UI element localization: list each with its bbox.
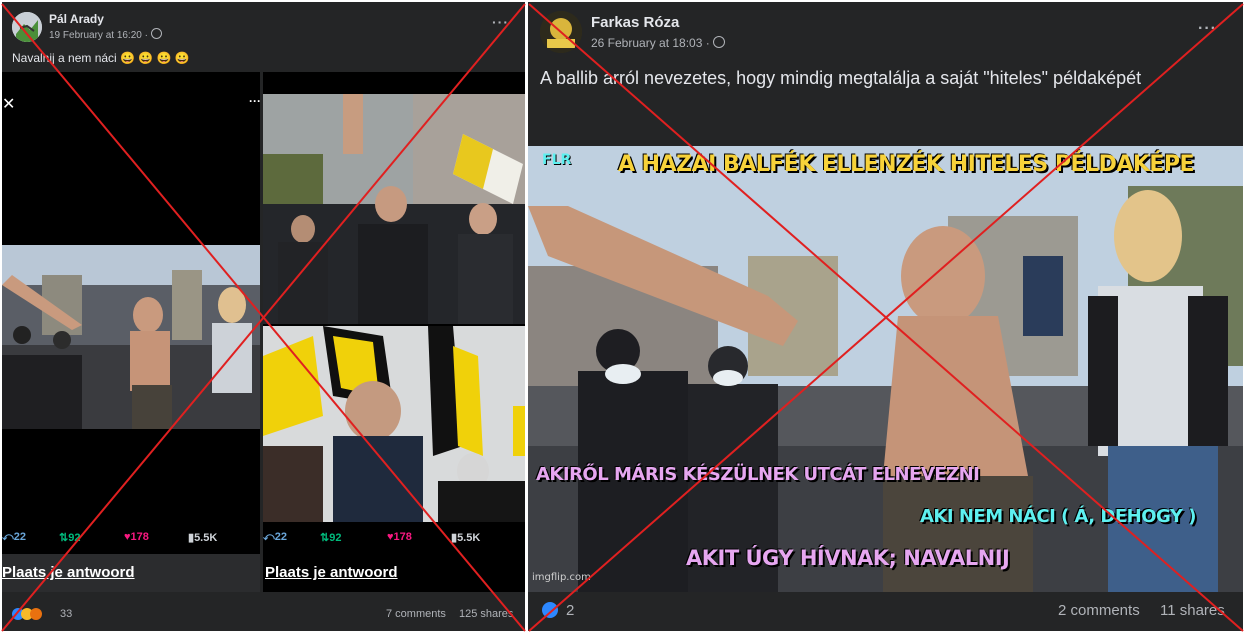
rally-photo <box>2 245 260 429</box>
comments-count[interactable]: 7 comments <box>386 608 446 620</box>
post-author[interactable]: Pál Arady <box>49 12 104 26</box>
retweet-count[interactable]: ⇅92 <box>320 531 341 544</box>
tweet-photo[interactable] <box>263 326 525 522</box>
tweet-photo[interactable] <box>2 245 260 429</box>
reaction-icons[interactable] <box>12 607 42 625</box>
reaction-count[interactable]: 2 <box>566 602 574 619</box>
avatar[interactable] <box>540 11 582 53</box>
profile-photo <box>540 11 582 53</box>
retweet-count-value: 92 <box>329 532 342 544</box>
facebook-post-left: Pál Arady 19 February at 16:20 · ··· Nav… <box>2 2 525 631</box>
more-options-button[interactable]: ··· <box>1198 20 1217 38</box>
meme-caption-middle: AKIRŐL MÁRIS KÉSZÜLNEK UTCÁT ELNEVEZNI <box>536 464 980 485</box>
angry-reaction-icon <box>30 608 42 620</box>
tweet-photo[interactable] <box>263 94 525 324</box>
meme-tag: FLR <box>542 152 572 168</box>
timestamp-text: 26 February at 18:03 · <box>591 36 714 50</box>
view-count-value: 5.5K <box>457 532 481 544</box>
post-author[interactable]: Farkas Róza <box>591 14 679 31</box>
view-count[interactable]: ▮5.5K <box>451 531 480 544</box>
retweet-count-value: 92 <box>68 532 81 544</box>
avatar[interactable] <box>12 12 42 42</box>
more-options-button[interactable]: ··· <box>492 14 509 30</box>
timestamp-text: 19 February at 16:20 · <box>49 30 151 41</box>
meme-caption-top: A HAZAI BALFÉK ELLENZÉK HITELES PÉLDAKÉP… <box>618 152 1195 177</box>
meme-caption-bottom: AKIT ÚGY HÍVNAK; NAVALNIJ <box>686 546 1010 570</box>
tweet-more-icon[interactable]: ··· <box>249 94 260 108</box>
post-text: A ballib arról nevezetes, hogy mindig me… <box>540 68 1142 88</box>
reply-count[interactable]: ⤺22 <box>263 531 287 544</box>
like-count-value: 178 <box>393 531 412 543</box>
post-timestamp[interactable]: 26 February at 18:03 · <box>591 36 726 50</box>
embedded-tweet: ✕ ··· <box>263 72 525 592</box>
view-count-value: 5.5K <box>194 532 218 544</box>
retweet-count[interactable]: ⇅92 <box>59 531 80 544</box>
like-count[interactable]: ♥178 <box>124 531 149 543</box>
like-count[interactable]: ♥178 <box>387 531 412 543</box>
post-timestamp[interactable]: 19 February at 16:20 · <box>49 28 162 41</box>
reply-count-value: 22 <box>274 531 288 543</box>
globe-icon <box>713 36 726 48</box>
reply-prompt-link[interactable]: Plaats je antwoord <box>2 564 135 581</box>
shares-count[interactable]: 125 shares <box>459 608 513 620</box>
reply-prompt-link[interactable]: Plaats je antwoord <box>265 564 398 581</box>
view-count[interactable]: ▮5.5K <box>188 531 217 544</box>
meme-image[interactable]: FLR A HAZAI BALFÉK ELLENZÉK HITELES PÉLD… <box>528 146 1243 592</box>
profile-photo <box>12 12 42 42</box>
embedded-tweet: ✕ ··· ⤺22 ⇅92 ♥178 ▮5.5K Plaats je antwo… <box>2 72 260 592</box>
facebook-post-right: Farkas Róza 26 February at 18:03 · ··· A… <box>528 2 1243 631</box>
reply-count-value: 22 <box>13 531 27 543</box>
like-count-value: 178 <box>130 531 149 543</box>
reply-count[interactable]: ⤺22 <box>2 531 26 544</box>
meme-watermark: imgflip.com <box>532 572 591 583</box>
globe-icon <box>150 28 162 39</box>
meme-caption-right: AKI NEM NÁCI ( Á, DEHOGY ) <box>920 506 1196 527</box>
like-reaction-icon[interactable] <box>542 602 558 618</box>
rally-photo-top <box>263 94 525 324</box>
shares-count[interactable]: 11 shares <box>1160 602 1225 619</box>
post-text: Navalnij a nem náci 😀 😀 😀 😀 <box>12 51 190 65</box>
close-icon[interactable]: ✕ <box>2 94 15 114</box>
comments-count[interactable]: 2 comments <box>1058 602 1140 619</box>
reaction-count[interactable]: 33 <box>60 608 72 620</box>
rally-photo-bottom <box>263 326 525 522</box>
